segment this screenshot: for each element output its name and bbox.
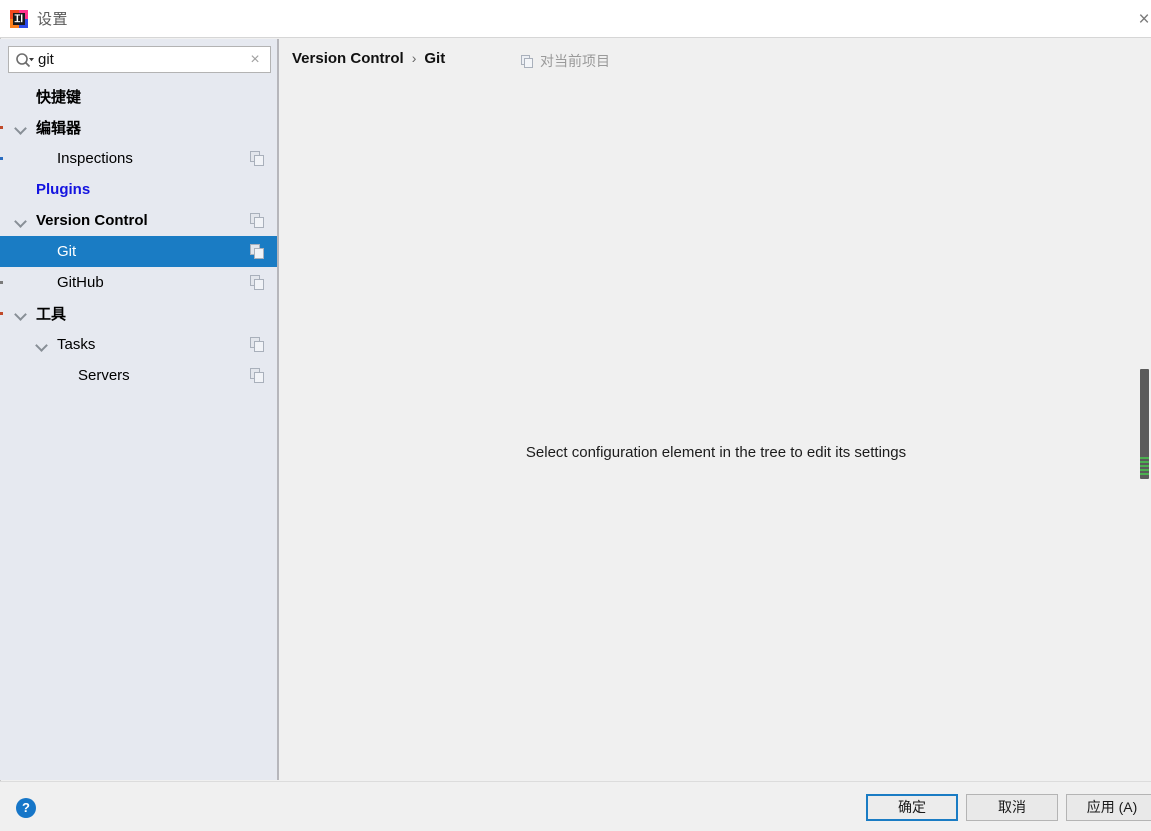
sidebar-item-快捷键[interactable]: 快捷键 <box>0 81 277 112</box>
tree-edge-marker <box>0 157 3 160</box>
sidebar-item-label: 编辑器 <box>36 120 82 137</box>
breadcrumb: Version Control › Git <box>292 47 445 69</box>
copy-icon <box>250 151 265 166</box>
sidebar-item-tasks[interactable]: Tasks <box>0 329 277 360</box>
settings-content-panel: Version Control › Git 对当前项目 Select confi… <box>281 39 1151 780</box>
sidebar-item-label: Servers <box>78 367 130 384</box>
tree-no-arrow <box>35 276 49 290</box>
sidebar-item-工具[interactable]: 工具 <box>0 298 277 329</box>
sidebar-item-github[interactable]: GitHub <box>0 267 277 298</box>
copy-icon <box>250 275 265 290</box>
search-input[interactable] <box>38 48 243 71</box>
sidebar-item-label: Tasks <box>57 336 96 353</box>
sidebar-item-inspections[interactable]: Inspections <box>0 143 277 174</box>
tree-edge-marker <box>0 126 3 129</box>
sidebar-item-label: Inspections <box>57 150 133 167</box>
tree-no-arrow <box>56 369 70 383</box>
apply-button[interactable]: 应用 (A) <box>1066 794 1151 821</box>
tree-no-arrow <box>35 245 49 259</box>
settings-tree-panel: × 快捷键编辑器 Inspections Plugins Version Contro… <box>0 39 279 780</box>
copy-icon <box>250 337 265 352</box>
sidebar-item-label: GitHub <box>57 274 104 291</box>
sidebar-item-label: Plugins <box>36 181 91 198</box>
ok-button[interactable]: 确定 <box>866 794 958 821</box>
sidebar-item-label: 工具 <box>36 306 67 323</box>
breadcrumb-parent[interactable]: Version Control <box>292 50 404 67</box>
vertical-scrollbar[interactable] <box>1137 39 1151 780</box>
sidebar-item-编辑器[interactable]: 编辑器 <box>0 112 277 143</box>
dialog-footer: ? 确定 取消 应用 (A) <box>0 781 1151 831</box>
scrollbar-markers <box>1140 457 1149 479</box>
clear-search-icon[interactable]: × <box>243 48 267 72</box>
copy-icon <box>521 54 534 68</box>
project-scope-hint: 对当前项目 <box>521 51 610 71</box>
tree-edge-marker <box>0 281 3 284</box>
sidebar-item-servers[interactable]: Servers <box>0 360 277 391</box>
empty-state-message: Select configuration element in the tree… <box>525 444 907 461</box>
copy-icon <box>250 368 265 383</box>
title-bar: 设置 × <box>0 0 1151 38</box>
sidebar-item-label: Git <box>57 243 77 260</box>
tree-no-arrow <box>14 90 28 104</box>
breadcrumb-current: Git <box>424 49 446 67</box>
copy-icon <box>250 244 265 259</box>
search-field[interactable]: × <box>8 46 271 73</box>
project-scope-label: 对当前项目 <box>540 53 610 69</box>
sidebar-item-label: 快捷键 <box>36 89 82 106</box>
sidebar-item-version-control[interactable]: Version Control <box>0 205 277 236</box>
sidebar-item-label: Version Control <box>36 212 148 229</box>
chevron-down-icon[interactable] <box>35 338 49 352</box>
window-title: 设置 <box>37 11 69 28</box>
tree-edge-marker <box>0 312 3 315</box>
settings-tree[interactable]: 快捷键编辑器 Inspections Plugins Version Control G… <box>0 81 277 391</box>
help-icon[interactable]: ? <box>16 798 36 818</box>
sidebar-item-git[interactable]: Git <box>0 236 277 267</box>
chevron-down-icon[interactable] <box>14 307 28 321</box>
copy-icon <box>250 213 265 228</box>
chevron-down-icon[interactable] <box>14 121 28 135</box>
intellij-idea-logo-icon <box>10 9 28 28</box>
chevron-down-icon[interactable] <box>14 214 28 228</box>
sidebar-item-plugins[interactable]: Plugins <box>0 174 277 205</box>
search-icon[interactable] <box>15 52 37 68</box>
settings-dialog: 设置 × × 快捷键编辑器 Inspections Plugins Version C… <box>0 0 1151 831</box>
breadcrumb-separator-icon: › <box>411 50 417 66</box>
tree-no-arrow <box>14 183 28 197</box>
close-icon[interactable]: × <box>1131 8 1151 32</box>
cancel-button[interactable]: 取消 <box>966 794 1058 821</box>
tree-no-arrow <box>35 152 49 166</box>
